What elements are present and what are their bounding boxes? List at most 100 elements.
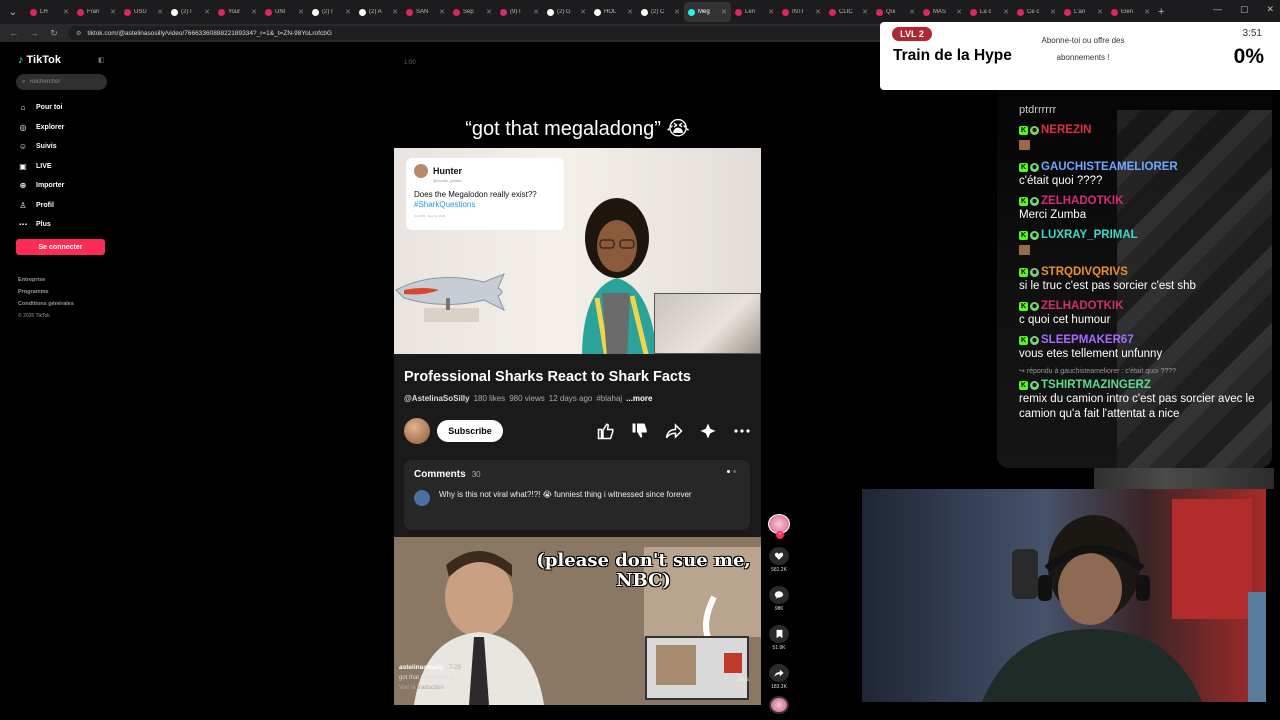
video-player[interactable]: Hunter @hunter_jordan Does the Megalodon… <box>394 148 761 705</box>
tab-close-icon[interactable]: ✕ <box>815 8 821 16</box>
tab-close-icon[interactable]: ✕ <box>345 8 351 16</box>
browser-tab[interactable]: INTI ✕ <box>778 2 825 22</box>
chat-username[interactable]: SLEEPMAKER67 <box>1041 334 1134 346</box>
browser-tab[interactable]: (2) G ✕ <box>543 2 590 22</box>
sidebar-item-explorer[interactable]: ◎ Explorer <box>18 118 65 138</box>
footer-link-conditions[interactable]: Conditions générales <box>18 298 74 310</box>
browser-tab[interactable]: L'an ✕ <box>1060 2 1107 22</box>
browser-tab[interactable]: (9) I ✕ <box>496 2 543 22</box>
tab-close-icon[interactable]: ✕ <box>392 8 398 16</box>
comments-preview[interactable]: Comments 30 Why is this not viral what?!… <box>404 460 750 530</box>
search-input[interactable] <box>29 79 100 85</box>
tab-search-icon[interactable]: ⌄ <box>0 0 26 24</box>
forward-icon[interactable]: → <box>28 28 40 38</box>
browser-tab[interactable]: (2) A ✕ <box>355 2 402 22</box>
collapse-sidebar-icon[interactable]: ◧ <box>98 56 105 64</box>
creator-avatar[interactable]: + <box>768 514 790 539</box>
tab-close-icon[interactable]: ✕ <box>1003 8 1009 16</box>
tab-close-icon[interactable]: ✕ <box>204 8 210 16</box>
browser-tab[interactable]: (2) I ✕ <box>167 2 214 22</box>
tab-close-icon[interactable]: ✕ <box>1144 8 1150 16</box>
browser-tab[interactable]: Meg ✕ <box>684 2 731 22</box>
overlay-username[interactable]: astelinasosilly <box>399 664 443 671</box>
tab-close-icon[interactable]: ✕ <box>580 8 586 16</box>
sidebar-item-plus[interactable]: ⋯ Plus <box>18 215 64 235</box>
tab-close-icon[interactable]: ✕ <box>1097 8 1103 16</box>
chat-username[interactable]: ZELHADOTKIK <box>1041 195 1123 207</box>
browser-tab[interactable]: Fran ✕ <box>73 2 120 22</box>
thumbs-up-icon[interactable] <box>596 422 616 440</box>
browser-tab[interactable]: HOL ✕ <box>590 2 637 22</box>
sidebar-item-importer[interactable]: ⊕ Importer <box>18 176 65 196</box>
like-button[interactable] <box>769 546 789 565</box>
tiktok-logo[interactable]: ♪ TikTok <box>18 54 61 66</box>
browser-tab[interactable]: (2) C ✕ <box>637 2 684 22</box>
tab-close-icon[interactable]: ✕ <box>439 8 445 16</box>
search-box[interactable]: ⌕ <box>16 74 107 90</box>
tab-close-icon[interactable]: ✕ <box>721 8 727 16</box>
overlay-more-link[interactable]: plus <box>738 677 749 683</box>
share-arrow-icon[interactable] <box>664 422 684 440</box>
sidebar-item-pour-toi[interactable]: ⌂ Pour toi <box>18 98 64 118</box>
browser-tab[interactable]: Your ✕ <box>214 2 261 22</box>
tab-close-icon[interactable]: ✕ <box>298 8 304 16</box>
browser-tab[interactable]: Ce c ✕ <box>1013 2 1060 22</box>
footer-link-programme[interactable]: Programme <box>18 286 74 298</box>
chat-username[interactable]: LUXRAY_PRIMAL <box>1041 229 1138 241</box>
minimize-icon[interactable]: — <box>1213 4 1222 15</box>
channel-handle[interactable]: @AstelinaSoSilly <box>404 394 470 403</box>
browser-tab[interactable]: MAS ✕ <box>919 2 966 22</box>
tab-close-icon[interactable]: ✕ <box>110 8 116 16</box>
close-window-icon[interactable]: ✕ <box>1266 4 1274 15</box>
follow-plus-icon[interactable]: + <box>776 531 784 539</box>
tab-close-icon[interactable]: ✕ <box>956 8 962 16</box>
browser-tab[interactable]: Elen ✕ <box>1107 2 1154 22</box>
sparkle-icon[interactable] <box>698 422 718 440</box>
tab-close-icon[interactable]: ✕ <box>486 8 492 16</box>
thumbs-down-icon[interactable] <box>630 422 650 440</box>
chat-username[interactable]: STRQDIVQRIVS <box>1041 266 1128 278</box>
save-button[interactable] <box>769 624 789 643</box>
browser-tab[interactable]: La c ✕ <box>966 2 1013 22</box>
tab-close-icon[interactable]: ✕ <box>768 8 774 16</box>
browser-tab[interactable]: USU ✕ <box>120 2 167 22</box>
footer-link-entreprise[interactable]: Entreprise <box>18 274 74 286</box>
subscribe-button[interactable]: Subscribe <box>437 420 503 442</box>
more-options-icon[interactable] <box>732 422 752 440</box>
tab-close-icon[interactable]: ✕ <box>63 8 69 16</box>
sidebar-item-profil[interactable]: ♙ Profil <box>18 196 64 216</box>
tab-close-icon[interactable]: ✕ <box>1050 8 1056 16</box>
chat-username[interactable]: ZELHADOTKIK <box>1041 300 1123 312</box>
browser-tab[interactable]: SAN ✕ <box>402 2 449 22</box>
browser-tab[interactable]: Qui ✕ <box>872 2 919 22</box>
chat-username[interactable]: TSHIRTMAZINGERZ <box>1041 379 1151 391</box>
browser-tab[interactable]: LH ✕ <box>26 2 73 22</box>
browser-tab[interactable]: UNI ✕ <box>261 2 308 22</box>
reload-icon[interactable]: ↻ <box>48 28 60 39</box>
sidebar-item-live[interactable]: ▣ LIVE <box>18 157 64 177</box>
hashtag[interactable]: #blahaj <box>596 394 622 403</box>
channel-avatar[interactable] <box>404 418 430 444</box>
login-button[interactable]: Se connecter <box>16 239 105 255</box>
share-button[interactable] <box>769 663 789 682</box>
sidebar-item-suivis[interactable]: ☺ Suivis <box>18 137 64 157</box>
more-link[interactable]: ...more <box>626 394 652 403</box>
chat-username[interactable]: NEREZIN <box>1041 124 1091 136</box>
site-info-icon[interactable]: ⚙ <box>76 30 81 37</box>
tab-close-icon[interactable]: ✕ <box>157 8 163 16</box>
tab-close-icon[interactable]: ✕ <box>533 8 539 16</box>
browser-tab[interactable]: CLIC ✕ <box>825 2 872 22</box>
tab-close-icon[interactable]: ✕ <box>862 8 868 16</box>
tab-close-icon[interactable]: ✕ <box>251 8 257 16</box>
browser-tab[interactable]: (2) I ✕ <box>308 2 355 22</box>
tab-close-icon[interactable]: ✕ <box>674 8 680 16</box>
url-field[interactable]: ⚙ tiktok.com/@astelinasosilly/video/7666… <box>68 26 888 40</box>
tab-close-icon[interactable]: ✕ <box>627 8 633 16</box>
browser-tab[interactable]: Len ✕ <box>731 2 778 22</box>
new-tab-icon[interactable]: + <box>1158 6 1164 18</box>
comment-button[interactable] <box>769 585 789 604</box>
browser-tab[interactable]: Sep ✕ <box>449 2 496 22</box>
maximize-icon[interactable]: ▢ <box>1240 4 1249 15</box>
see-translation-link[interactable]: Voir la traduction <box>399 683 461 693</box>
chat-username[interactable]: GAUCHISTEAMELIORER <box>1041 161 1178 173</box>
